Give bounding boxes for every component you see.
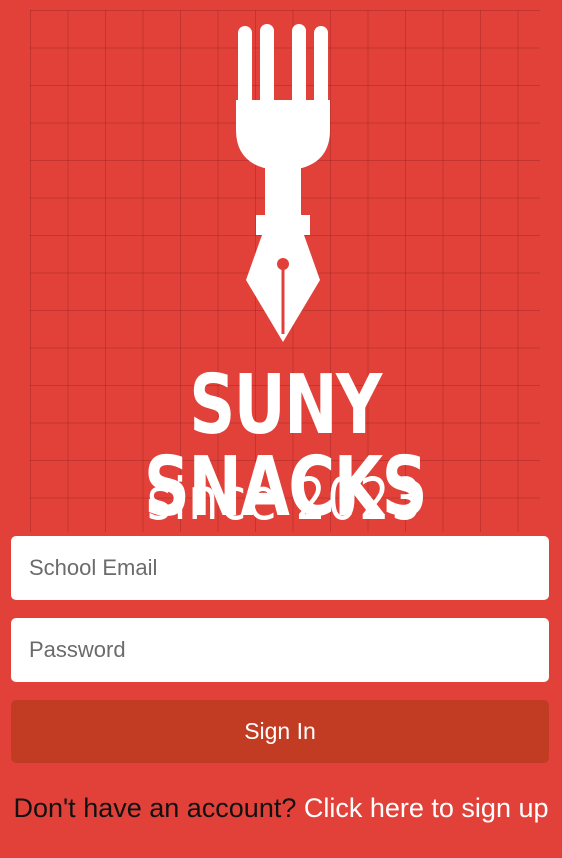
school-email-input[interactable] [11,536,549,600]
password-input[interactable] [11,618,549,682]
signup-prompt-text: Don't have an account? [13,793,297,823]
signup-link[interactable]: Click here to sign up [304,793,549,823]
signup-prompt-row: Don't have an account? Click here to sig… [0,792,562,825]
brand-subtitle: since 2023 [146,465,424,533]
logo-banner: SUNY SNACKS since 2023 [30,10,540,532]
fork-pen-nib-icon [236,24,330,342]
sign-in-button[interactable]: Sign In [11,700,549,763]
